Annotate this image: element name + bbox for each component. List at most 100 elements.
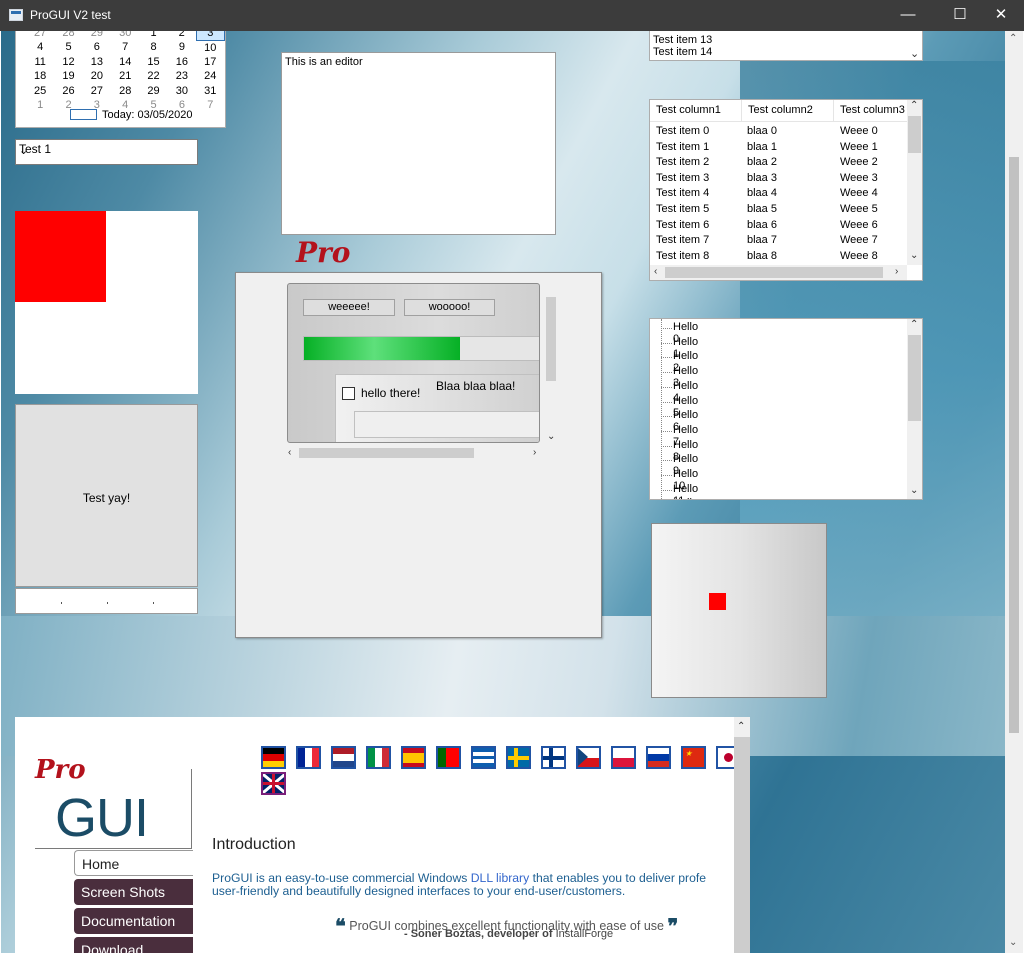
test-yay-panel[interactable]: Test yay! [15, 404, 198, 587]
calendar-day[interactable]: 30 [111, 31, 139, 40]
container-horizontal-scrollbar[interactable]: ‹ › [288, 446, 545, 460]
table-row[interactable]: Test item 1 blaa 1 Weee 1 [650, 140, 907, 156]
calendar-day[interactable]: 6 [83, 40, 111, 55]
scroll-down-icon[interactable]: ⌄ [547, 431, 555, 442]
scroll-thumb[interactable] [299, 448, 474, 458]
weeeee-button[interactable]: weeeee! [303, 299, 395, 316]
calendar-day[interactable]: 25 [26, 84, 54, 99]
scroll-up-icon[interactable]: ⌃ [1009, 33, 1017, 44]
calendar-day[interactable]: 13 [83, 55, 111, 70]
flag-greece-icon[interactable] [471, 746, 496, 769]
list-view-vertical-scrollbar[interactable]: ⌃ ⌄ [907, 100, 922, 265]
scroll-thumb[interactable] [665, 267, 883, 278]
scroll-left-icon[interactable]: ‹ [654, 266, 657, 277]
list-view[interactable]: Test column1 Test column2 Test column3 T… [649, 99, 923, 281]
calendar-grid[interactable]: 27 28 29 30 1 2 3 4 5 6 7 8 9 10 11 12 13 14 15 16 17 18 19 20 2… [26, 31, 226, 113]
calendar-day[interactable]: 24 [196, 69, 224, 84]
nav-screen-shots[interactable]: Screen Shots [74, 879, 193, 905]
text-editor[interactable]: This is an editor [281, 52, 556, 235]
flag-sweden-icon[interactable] [506, 746, 531, 769]
calendar-day[interactable]: 28 [111, 84, 139, 99]
calendar-day[interactable]: 27 [26, 31, 54, 40]
canvas-panel[interactable] [651, 523, 827, 698]
hello-checkbox[interactable] [342, 387, 355, 400]
flag-germany-icon[interactable] [261, 746, 286, 769]
table-row[interactable]: Test item 8 blaa 8 Weee 8 [650, 249, 907, 265]
scroll-up-icon[interactable]: ⌃ [910, 319, 918, 330]
flag-finland-icon[interactable] [541, 746, 566, 769]
calendar-day[interactable]: 21 [111, 69, 139, 84]
chevron-down-icon[interactable]: ⌄ [19, 144, 194, 157]
window-vertical-scrollbar[interactable]: ⌃ ⌄ [1005, 31, 1023, 953]
scroll-left-icon[interactable]: ‹ [288, 447, 291, 458]
tree-view[interactable]: Hello 0 Hello 1 Hello 2 Hello 3 Hello 4 Hello… [649, 318, 923, 500]
container-vertical-scrollbar[interactable]: ⌄ [544, 285, 558, 442]
column-header[interactable]: Test column3 [840, 104, 905, 116]
list-item[interactable]: Test item 13 [653, 34, 712, 46]
today-label[interactable]: Today: 03/05/2020 [102, 109, 193, 121]
scroll-up-icon[interactable]: ⌃ [737, 721, 745, 732]
scroll-down-icon[interactable]: ⌄ [910, 250, 918, 261]
maximize-button[interactable]: ☐ [937, 0, 983, 31]
flag-uk-icon[interactable] [261, 772, 286, 795]
calendar-day[interactable]: 9 [168, 40, 196, 55]
wooooo-button[interactable]: wooooo! [404, 299, 495, 316]
browser-vertical-scrollbar[interactable]: ⌃ [734, 717, 750, 953]
flag-china-icon[interactable]: ★ [681, 746, 706, 769]
calendar-day[interactable]: 22 [139, 69, 167, 84]
calendar-day[interactable]: 14 [111, 55, 139, 70]
month-calendar[interactable]: 27 28 29 30 1 2 3 4 5 6 7 8 9 10 11 12 13 14 15 16 17 18 19 20 2… [15, 31, 226, 128]
calendar-day[interactable]: 20 [83, 69, 111, 84]
calendar-day[interactable]: 19 [54, 69, 82, 84]
calendar-day[interactable]: 2 [168, 31, 196, 40]
column-header[interactable]: Test column2 [748, 104, 813, 116]
minimize-button[interactable]: — [885, 0, 931, 31]
nav-home[interactable]: Home [74, 850, 193, 876]
calendar-day[interactable]: 11 [26, 55, 54, 70]
scroll-right-icon[interactable]: › [895, 266, 898, 277]
scroll-down-icon[interactable]: ⌄ [910, 485, 918, 496]
calendar-day[interactable]: 15 [139, 55, 167, 70]
calendar-day[interactable]: 7 [196, 98, 224, 113]
calendar-day[interactable]: 31 [196, 84, 224, 99]
flag-france-icon[interactable] [296, 746, 321, 769]
scroll-thumb[interactable] [908, 116, 921, 153]
scroll-down-icon[interactable]: ⌄ [1009, 937, 1017, 948]
flag-poland-icon[interactable] [611, 746, 636, 769]
table-row[interactable]: Test item 5 blaa 5 Weee 5 [650, 202, 907, 218]
calendar-day[interactable]: 12 [54, 55, 82, 70]
scroll-container[interactable]: weeeee! wooooo! hello there! Blaa blaa b… [235, 272, 602, 638]
column-header[interactable]: Test column1 [656, 104, 721, 116]
nav-download[interactable]: Download [74, 937, 193, 953]
calendar-day[interactable]: 29 [139, 84, 167, 99]
scroll-thumb[interactable] [734, 737, 750, 953]
calendar-day[interactable]: 1 [139, 31, 167, 40]
table-row[interactable]: Test item 4 blaa 4 Weee 4 [650, 186, 907, 202]
scroll-thumb[interactable] [908, 335, 921, 421]
trackbar[interactable] [15, 588, 198, 614]
combo-box[interactable]: Test 1 ⌄ [15, 139, 198, 165]
calendar-day[interactable]: 17 [196, 55, 224, 70]
calendar-day[interactable]: 29 [83, 31, 111, 40]
table-row[interactable]: Test item 7 blaa 7 Weee 7 [650, 233, 907, 249]
flag-netherlands-icon[interactable] [331, 746, 356, 769]
table-row[interactable]: Test item 2 blaa 2 Weee 2 [650, 155, 907, 171]
flag-spain-icon[interactable] [401, 746, 426, 769]
calendar-day[interactable]: 26 [54, 84, 82, 99]
installforge-link[interactable]: InstallForge [556, 928, 613, 940]
list-view-horizontal-scrollbar[interactable]: ‹ › [650, 265, 907, 280]
checkbox-label[interactable]: hello there! [361, 386, 420, 400]
calendar-day[interactable]: 1 [26, 98, 54, 113]
web-browser[interactable]: Pro GUI ★ Home Screen Shots Documentatio… [15, 717, 750, 953]
calendar-day[interactable]: 18 [26, 69, 54, 84]
scroll-thumb[interactable] [1009, 157, 1019, 733]
table-row[interactable]: Test item 6 blaa 6 Weee 6 [650, 218, 907, 234]
tree-vertical-scrollbar[interactable]: ⌃ ⌄ [907, 319, 922, 499]
scroll-up-icon[interactable]: ⌃ [910, 100, 918, 111]
calendar-day[interactable]: 7 [111, 40, 139, 55]
calendar-day[interactable]: 10 [196, 40, 224, 55]
scroll-down-icon[interactable]: ⌄ [910, 47, 919, 60]
flag-italy-icon[interactable] [366, 746, 391, 769]
calendar-day[interactable]: 28 [54, 31, 82, 40]
scroll-thumb[interactable] [546, 297, 556, 381]
